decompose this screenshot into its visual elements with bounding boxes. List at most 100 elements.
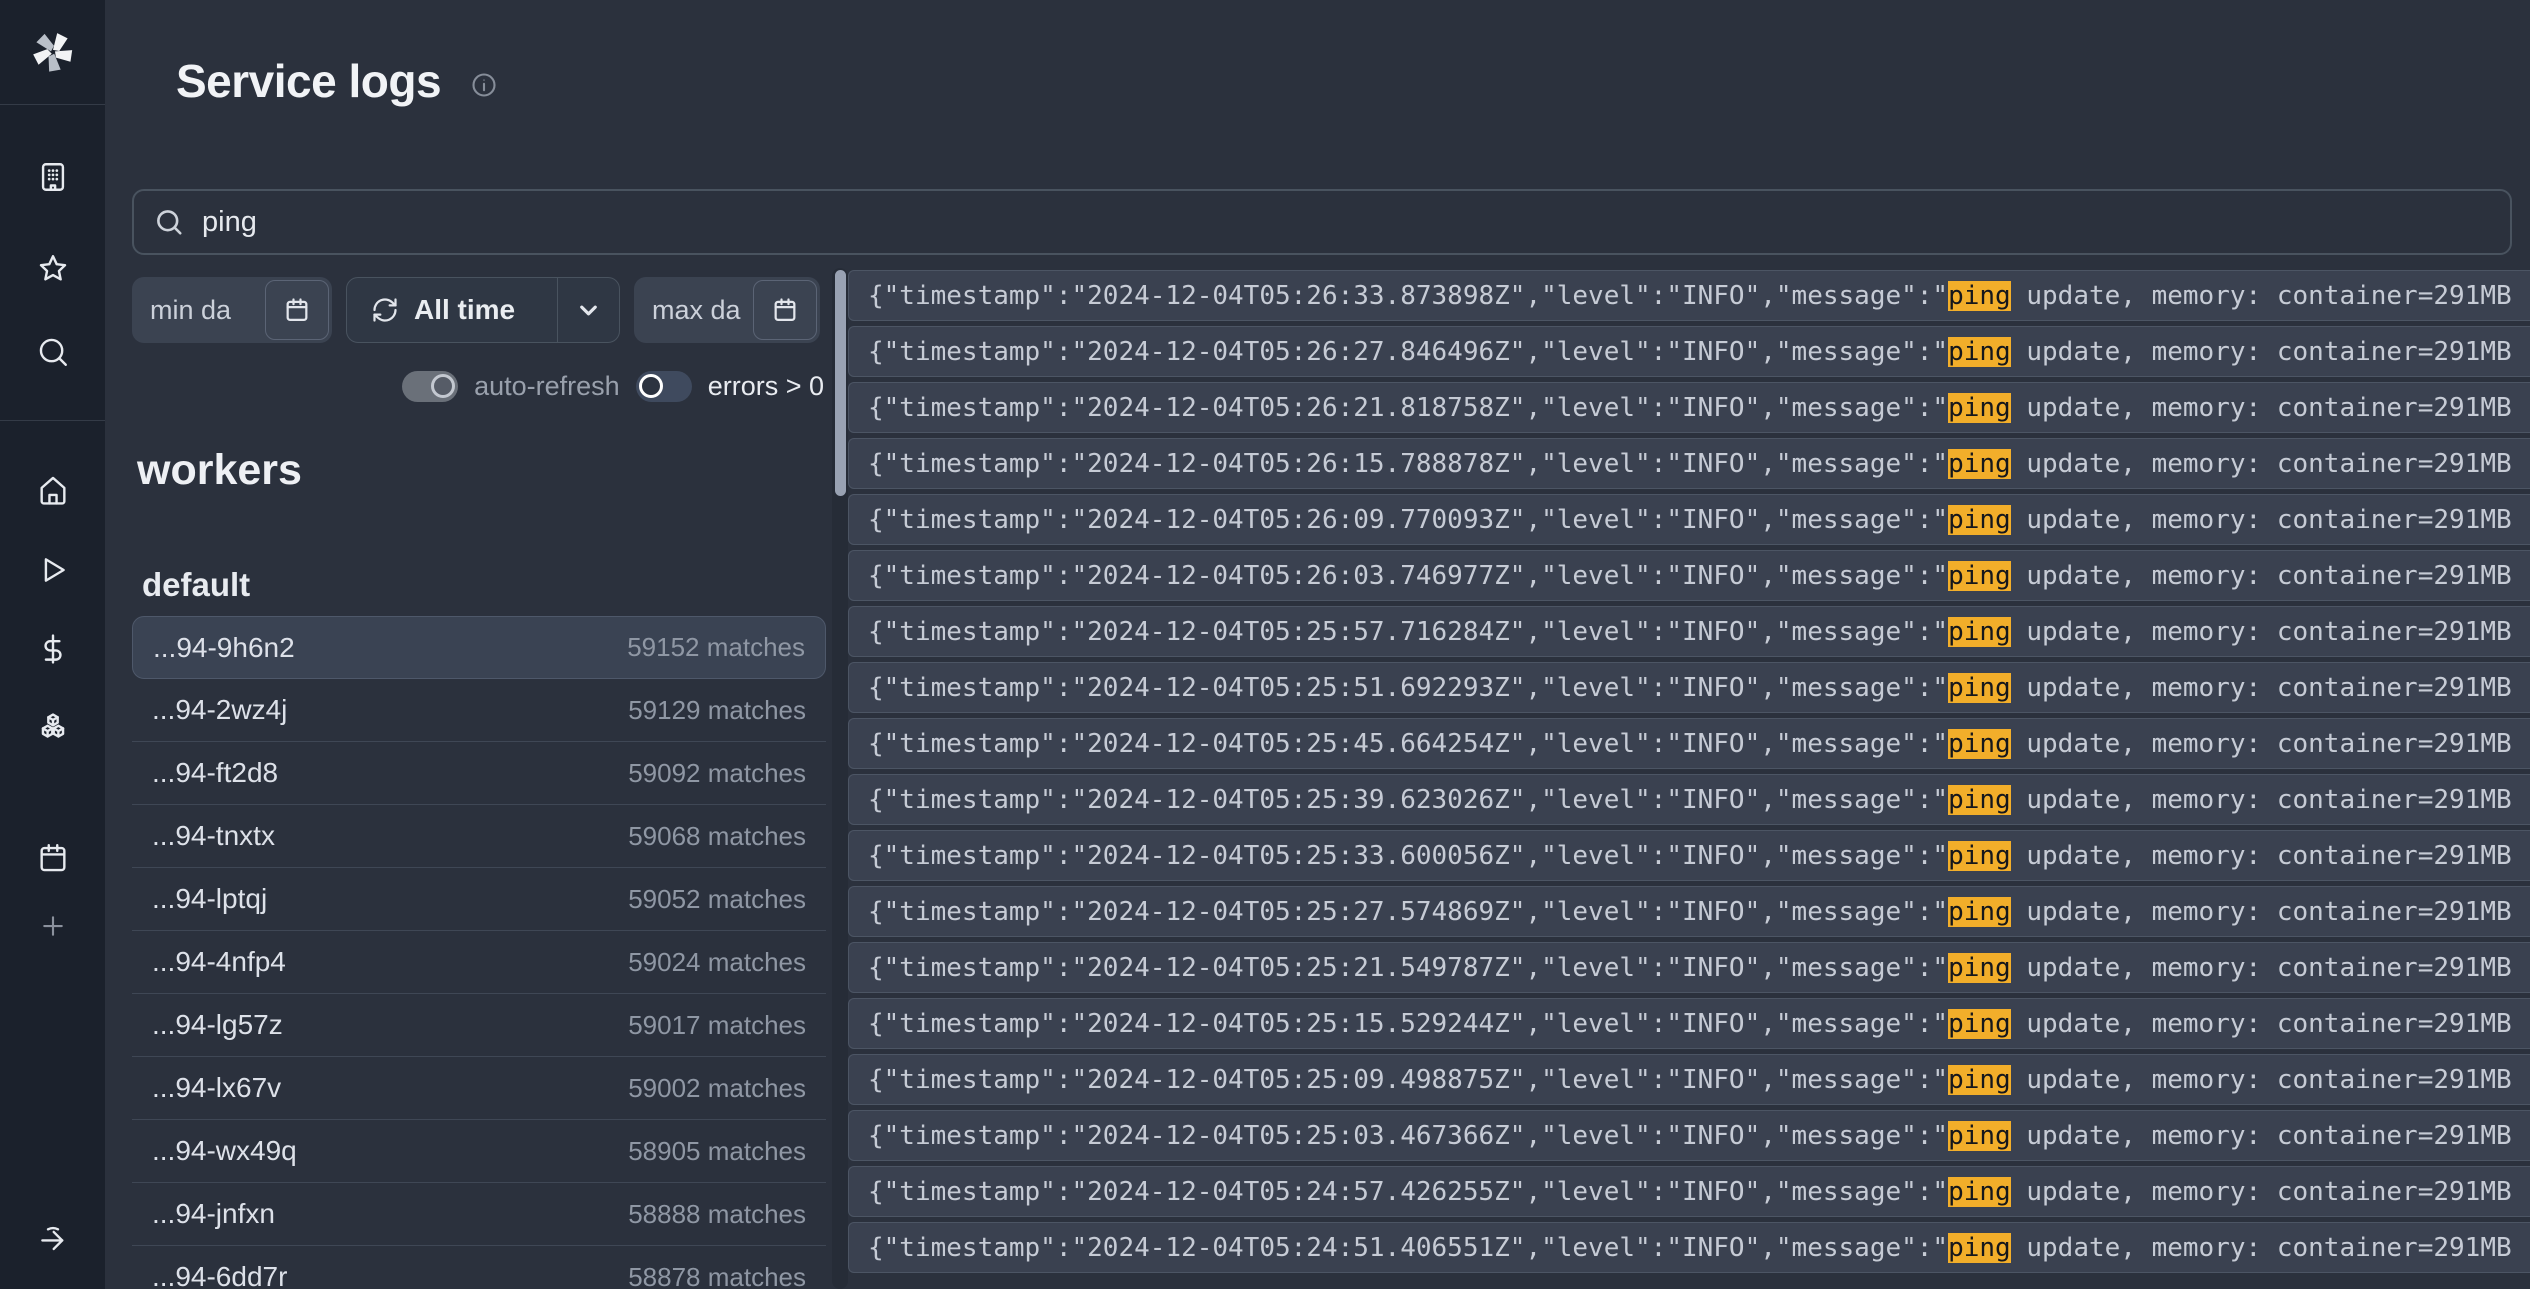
filter-row: All time <box>132 277 820 343</box>
log-highlight: ping <box>1948 617 2011 647</box>
calendar-icon <box>771 296 799 324</box>
log-text: {"timestamp":"2024-12-04T05:24:57.426255… <box>868 1177 1948 1207</box>
log-text: update, memory: container=291MB <box>2011 617 2512 647</box>
arrow-right-icon <box>36 1222 70 1256</box>
worker-row[interactable]: ...94-jnfxn 58888 matches <box>132 1183 826 1246</box>
windmill-logo[interactable] <box>0 0 105 105</box>
sidebar-collapse-button[interactable] <box>33 1219 73 1259</box>
time-range-main[interactable]: All time <box>347 278 557 342</box>
log-row: {"timestamp":"2024-12-04T05:25:57.716284… <box>848 606 2530 657</box>
windmill-logo-icon <box>30 29 76 75</box>
worker-match-count: 59129 matches <box>628 695 806 726</box>
sidebar-item-search[interactable] <box>33 332 73 372</box>
sidebar-divider <box>0 420 105 421</box>
log-highlight: ping <box>1948 1121 2011 1151</box>
worker-row[interactable]: ...94-2wz4j 59129 matches <box>132 679 826 742</box>
worker-match-count: 58878 matches <box>628 1262 806 1289</box>
worker-row[interactable]: ...94-wx49q 58905 matches <box>132 1120 826 1183</box>
worker-row[interactable]: ...94-tnxtx 59068 matches <box>132 805 826 868</box>
worker-group-heading: default <box>142 566 250 604</box>
play-icon <box>36 553 70 587</box>
log-search-input[interactable] <box>202 206 2490 239</box>
worker-row[interactable]: ...94-6dd7r 58878 matches <box>132 1246 826 1289</box>
log-text: update, memory: container=291MB <box>2011 393 2512 423</box>
sidebar-item-resources[interactable] <box>33 708 73 748</box>
plus-icon <box>38 911 68 941</box>
log-scrollbar-thumb[interactable] <box>835 270 846 496</box>
worker-match-count: 59024 matches <box>628 947 806 978</box>
log-row: {"timestamp":"2024-12-04T05:25:27.574869… <box>848 886 2530 937</box>
log-list: {"timestamp":"2024-12-04T05:26:33.873898… <box>848 270 2530 1289</box>
log-text: {"timestamp":"2024-12-04T05:25:57.716284… <box>868 617 1948 647</box>
log-highlight: ping <box>1948 561 2011 591</box>
search-bar <box>132 189 2512 255</box>
worker-name: ...94-lx67v <box>152 1072 281 1104</box>
log-text: {"timestamp":"2024-12-04T05:25:21.549787… <box>868 953 1948 983</box>
auto-refresh-label: auto-refresh <box>474 371 620 402</box>
log-highlight: ping <box>1948 1177 2011 1207</box>
calendar-icon <box>36 841 70 875</box>
worker-name: ...94-tnxtx <box>152 820 275 852</box>
worker-match-count: 58888 matches <box>628 1199 806 1230</box>
log-text: {"timestamp":"2024-12-04T05:26:09.770093… <box>868 505 1948 535</box>
worker-match-count: 59017 matches <box>628 1010 806 1041</box>
toggle-row: auto-refresh errors > 0 <box>132 369 824 403</box>
worker-row[interactable]: ...94-ft2d8 59092 matches <box>132 742 826 805</box>
log-text: {"timestamp":"2024-12-04T05:26:03.746977… <box>868 561 1948 591</box>
log-highlight: ping <box>1948 953 2011 983</box>
time-range-button[interactable]: All time <box>346 277 620 343</box>
time-range-dropdown-button[interactable] <box>558 278 619 342</box>
calendar-icon <box>283 296 311 324</box>
sidebar-item-home[interactable] <box>33 470 73 510</box>
log-highlight: ping <box>1948 729 2011 759</box>
worker-row[interactable]: ...94-lx67v 59002 matches <box>132 1057 826 1120</box>
page-title: Service logs <box>176 54 441 108</box>
sidebar-item-runs[interactable] <box>33 550 73 590</box>
errors-toggle[interactable] <box>636 371 692 402</box>
sidebar-item-variables[interactable] <box>33 629 73 669</box>
worker-match-count: 58905 matches <box>628 1136 806 1167</box>
max-date-field <box>634 277 820 343</box>
log-row: {"timestamp":"2024-12-04T05:25:15.529244… <box>848 998 2530 1049</box>
worker-list: ...94-9h6n2 59152 matches ...94-2wz4j 59… <box>132 616 826 1289</box>
workers-heading: workers <box>137 446 302 495</box>
log-text: {"timestamp":"2024-12-04T05:24:51.406551… <box>868 1233 1948 1263</box>
log-text: update, memory: container=291MB <box>2011 1233 2512 1263</box>
log-highlight: ping <box>1948 785 2011 815</box>
worker-row[interactable]: ...94-lptqj 59052 matches <box>132 868 826 931</box>
log-text: {"timestamp":"2024-12-04T05:25:45.664254… <box>868 729 1948 759</box>
worker-name: ...94-jnfxn <box>152 1198 275 1230</box>
sidebar-item-schedules[interactable] <box>33 838 73 878</box>
auto-refresh-toggle[interactable] <box>402 371 458 402</box>
log-text: update, memory: container=291MB <box>2011 673 2512 703</box>
sidebar-item-buildings[interactable] <box>33 157 73 197</box>
log-text: {"timestamp":"2024-12-04T05:25:09.498875… <box>868 1065 1948 1095</box>
log-text: {"timestamp":"2024-12-04T05:26:33.873898… <box>868 281 1948 311</box>
worker-match-count: 59152 matches <box>627 632 805 663</box>
log-highlight: ping <box>1948 673 2011 703</box>
worker-name: ...94-9h6n2 <box>153 632 295 664</box>
max-date-calendar-button[interactable] <box>753 280 817 340</box>
info-icon[interactable] <box>470 71 498 99</box>
sidebar-item-favorites[interactable] <box>33 249 73 289</box>
worker-match-count: 59002 matches <box>628 1073 806 1104</box>
log-scrollbar-track[interactable] <box>832 268 848 1289</box>
buildings-icon <box>36 160 70 194</box>
min-date-calendar-button[interactable] <box>265 280 329 340</box>
log-highlight: ping <box>1948 841 2011 871</box>
worker-row[interactable]: ...94-4nfp4 59024 matches <box>132 931 826 994</box>
log-row: {"timestamp":"2024-12-04T05:25:39.623026… <box>848 774 2530 825</box>
worker-name: ...94-ft2d8 <box>152 757 278 789</box>
log-text: {"timestamp":"2024-12-04T05:25:39.623026… <box>868 785 1948 815</box>
log-highlight: ping <box>1948 897 2011 927</box>
log-row: {"timestamp":"2024-12-04T05:25:45.664254… <box>848 718 2530 769</box>
log-row: {"timestamp":"2024-12-04T05:25:33.600056… <box>848 830 2530 881</box>
log-highlight: ping <box>1948 1065 2011 1095</box>
sidebar-item-add[interactable] <box>33 906 73 946</box>
log-row: {"timestamp":"2024-12-04T05:24:51.406551… <box>848 1222 2530 1273</box>
worker-row[interactable]: ...94-9h6n2 59152 matches <box>132 616 826 679</box>
log-text: {"timestamp":"2024-12-04T05:26:15.788878… <box>868 449 1948 479</box>
worker-name: ...94-4nfp4 <box>152 946 286 978</box>
worker-row[interactable]: ...94-lg57z 59017 matches <box>132 994 826 1057</box>
log-text: {"timestamp":"2024-12-04T05:25:33.600056… <box>868 841 1948 871</box>
